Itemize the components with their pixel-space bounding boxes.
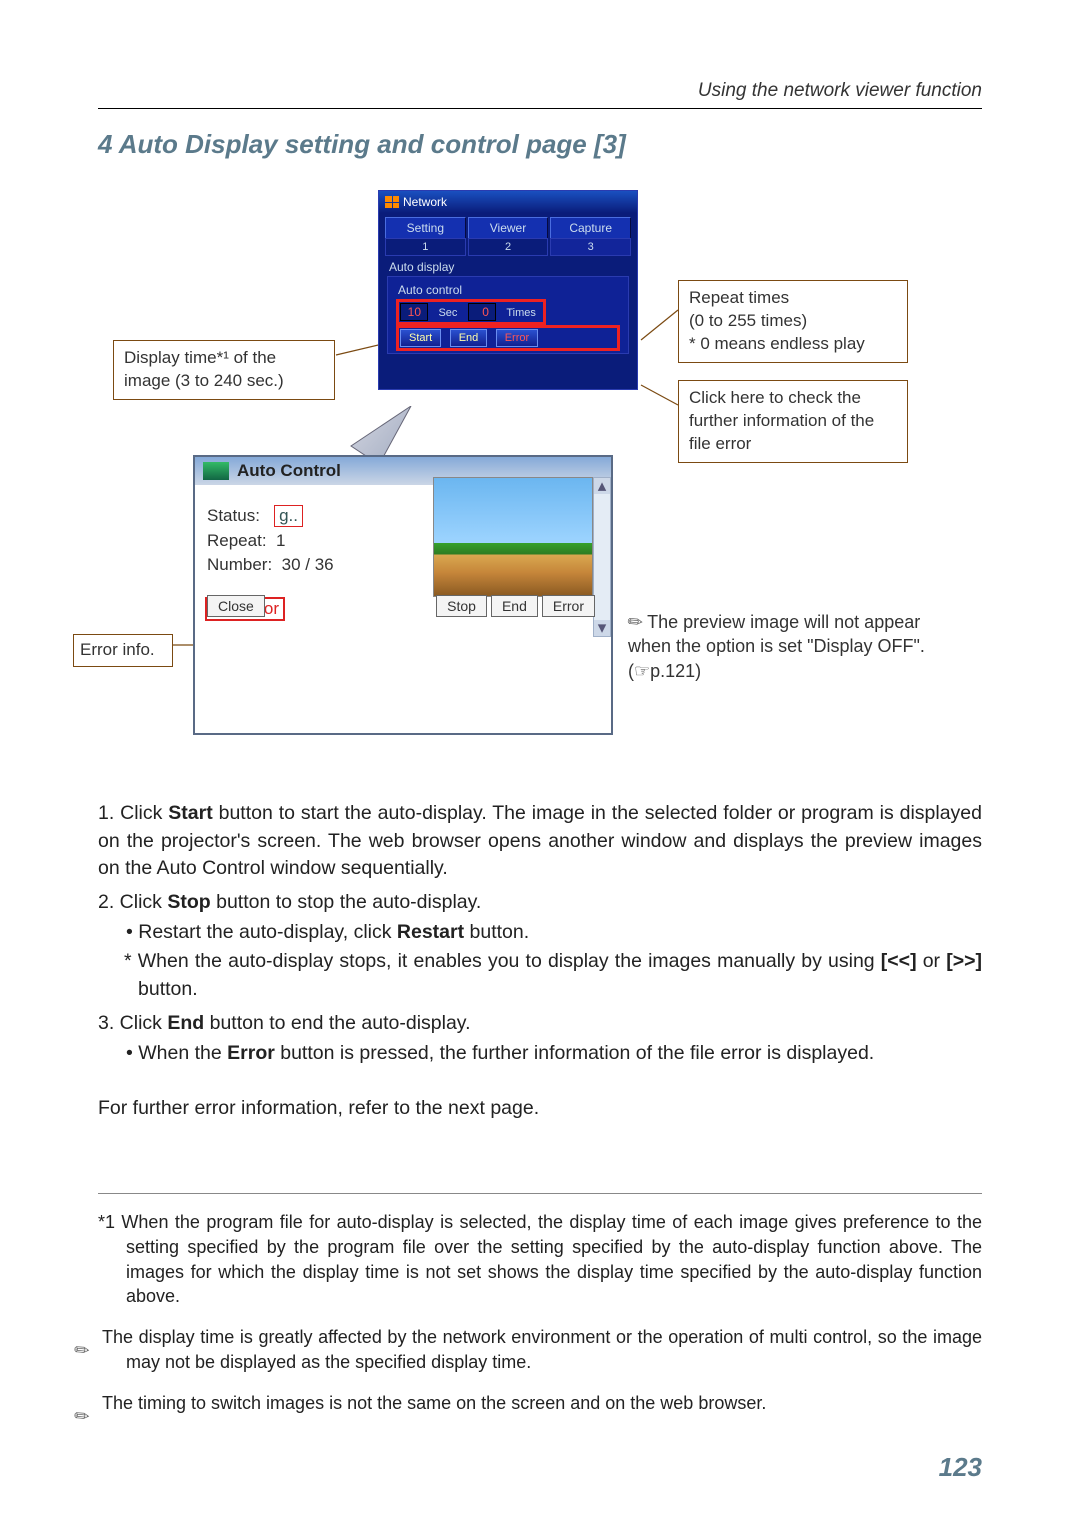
end-button[interactable]: End [491,595,538,617]
step-2: 2. Click Stop button to stop the auto-di… [98,889,982,1004]
instruction-list: 1. Click Start button to start the auto-… [98,800,982,1123]
auto-control-window: Auto Control ▴ ▾ Status: g.. Repeat: 1 N… [193,455,613,735]
error-button-top[interactable]: Error [496,329,538,347]
display-time-field[interactable]: 10 [400,303,428,321]
network-main-tabs: Setting Viewer Capture [379,213,637,238]
footnote-1: *1 When the program file for auto-displa… [98,1210,982,1309]
subtab-2[interactable]: 2 [468,238,549,256]
footnote-2: ✎The display time is greatly affected by… [98,1325,982,1375]
end-button-top[interactable]: End [450,329,488,347]
number-label: Number: [207,555,272,574]
picture-icon [203,462,229,480]
network-title-text: Network [403,195,447,209]
auto-control-label: Auto control [398,281,618,301]
tab-capture[interactable]: Capture [550,217,631,238]
times-label: Times [506,307,536,319]
callout-error-click: Click here to check the further informat… [678,380,908,463]
step-2-note: * When the auto-display stops, it enable… [98,948,982,1003]
subtab-1[interactable]: 1 [385,238,466,256]
network-window: Network Setting Viewer Capture 1 2 3 Aut… [378,190,638,390]
number-value: 30 / 36 [282,555,334,574]
network-titlebar: Network [379,191,637,213]
status-value: g.. [274,505,303,527]
step-2-bullet: • Restart the auto-display, click Restar… [98,919,982,947]
step-3-bullet: • When the Error button is pressed, the … [98,1040,982,1068]
header-breadcrumb: Using the network viewer function [98,80,982,109]
further-info-para: For further error information, refer to … [98,1095,982,1123]
page-number: 123 [939,1452,982,1483]
repeat-times-field[interactable]: 0 [468,303,496,321]
network-subtabs: 1 2 3 [379,238,637,256]
auto-control-title-text: Auto Control [237,461,341,481]
step-1: 1. Click Start button to start the auto-… [98,800,982,883]
status-label: Status: [207,506,260,525]
section-title: 4 Auto Display setting and control page … [98,129,982,160]
tab-viewer[interactable]: Viewer [468,217,549,238]
preview-image [433,477,593,597]
network-grid-icon [385,196,399,208]
sec-label: Sec [438,307,457,319]
preview-note: ✎The preview image will not appear when … [628,610,928,683]
step-3: 3. Click End button to end the auto-disp… [98,1010,982,1067]
repeat-value: 1 [276,531,285,550]
auto-display-label: Auto display [379,256,637,276]
callout-error-info: Error info. [73,634,173,667]
repeat-label: Repeat: [207,531,267,550]
stop-button[interactable]: Stop [436,595,487,617]
footnotes: *1 When the program file for auto-displa… [98,1210,982,1416]
tab-setting[interactable]: Setting [385,217,466,238]
scroll-up-icon[interactable]: ▴ [594,478,610,494]
callout-repeat: Repeat times (0 to 255 times) * 0 means … [678,280,908,363]
figure-area: Network Setting Viewer Capture 1 2 3 Aut… [88,190,982,770]
footnote-divider [98,1193,982,1194]
close-button[interactable]: Close [207,595,265,617]
scroll-down-icon[interactable]: ▾ [594,620,610,636]
error-button[interactable]: Error [542,595,595,617]
callout-display-time: Display time*¹ of the image (3 to 240 se… [113,340,335,400]
footnote-3: ✎The timing to switch images is not the … [98,1391,982,1416]
auto-control-group: Auto control 10 Sec 0 Times Start End Er… [387,276,629,354]
start-button[interactable]: Start [400,329,441,347]
subtab-3[interactable]: 3 [550,238,631,256]
pencil-icon: ✎ [622,608,649,636]
